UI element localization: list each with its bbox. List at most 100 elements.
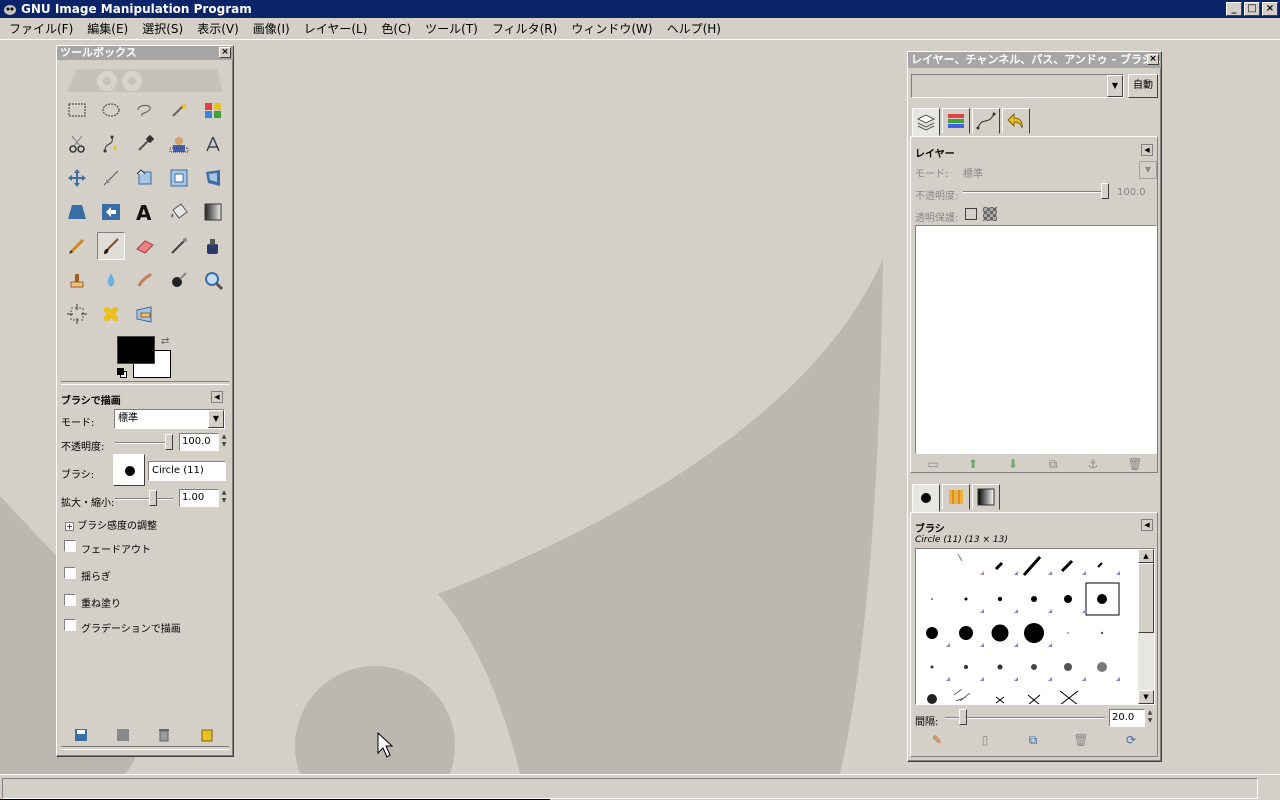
anchor-layer-icon[interactable]: ⚓ <box>1083 455 1103 473</box>
measure-icon[interactable] <box>199 130 227 158</box>
scale-spinbox[interactable]: 1.00 <box>179 489 219 507</box>
tab-gradients[interactable] <box>972 484 1000 510</box>
ellipse-select-icon[interactable] <box>97 96 125 124</box>
smudge-drop-icon[interactable] <box>97 266 125 294</box>
tool-options-menu-icon[interactable]: ◀ <box>211 391 223 403</box>
brush-name-field[interactable]: Circle (11) <box>148 461 226 481</box>
menu-windows[interactable]: ウィンドウ(W) <box>564 19 659 39</box>
refresh-brushes-icon[interactable]: ⟳ <box>1121 731 1141 749</box>
blend-icon[interactable] <box>199 198 227 226</box>
shear-icon[interactable] <box>63 198 91 226</box>
dock-close-button[interactable]: × <box>1147 54 1159 65</box>
brush-preview-button[interactable] <box>113 454 145 486</box>
menu-help[interactable]: ヘルプ(H) <box>660 19 728 39</box>
scroll-thumb[interactable] <box>1138 563 1154 633</box>
fadeout-checkbox[interactable] <box>64 540 76 552</box>
duplicate-brush-icon[interactable]: ⧉ <box>1023 731 1043 749</box>
delete-options-icon[interactable] <box>154 726 174 744</box>
incremental-checkbox[interactable] <box>64 594 76 606</box>
smudge-icon[interactable] <box>131 266 159 294</box>
jitter-checkbox[interactable] <box>64 567 76 579</box>
mode-select[interactable]: 標準 ▼ <box>114 409 225 429</box>
layer-opacity-slider[interactable] <box>963 191 1105 193</box>
spacing-spinbox[interactable]: 20.0 <box>1109 709 1145 727</box>
ink-icon[interactable] <box>199 232 227 260</box>
layer-opacity-value[interactable]: 100.0 <box>1117 187 1146 198</box>
opacity-slider-thumb[interactable] <box>165 434 173 450</box>
lower-layer-icon[interactable]: ⬇ <box>1003 455 1023 473</box>
delete-brush-icon[interactable]: 🗑 <box>1071 731 1091 749</box>
bucket-fill-icon[interactable] <box>165 198 193 226</box>
zoom-icon[interactable] <box>199 266 227 294</box>
scissors-icon[interactable] <box>63 130 91 158</box>
tab-patterns[interactable] <box>942 484 970 510</box>
align-icon[interactable] <box>97 164 125 192</box>
color-picker-icon[interactable] <box>131 130 159 158</box>
raise-layer-icon[interactable]: ⬆ <box>963 455 983 473</box>
eraser-icon[interactable] <box>131 232 159 260</box>
pencil-icon[interactable] <box>63 232 91 260</box>
select-by-color-icon[interactable] <box>199 96 227 124</box>
restore-options-icon[interactable] <box>113 726 133 744</box>
tab-brushes[interactable] <box>912 484 940 512</box>
spacing-slider-thumb[interactable] <box>959 709 967 725</box>
tab-layers[interactable] <box>912 108 940 136</box>
perspective-clone-icon[interactable] <box>131 300 159 328</box>
menu-colors[interactable]: 色(C) <box>374 19 418 39</box>
fuzzy-select-icon[interactable] <box>165 96 193 124</box>
perspective-icon[interactable] <box>97 198 125 226</box>
new-layer-icon[interactable]: ▭ <box>923 455 943 473</box>
heal-bandaid-icon[interactable] <box>97 300 125 328</box>
scroll-down-icon[interactable]: ▼ <box>1138 690 1154 704</box>
menu-layer[interactable]: レイヤー(L) <box>297 19 375 39</box>
close-button[interactable]: × <box>1262 2 1278 16</box>
menu-tools[interactable]: ツール(T) <box>418 19 485 39</box>
rect-select-icon[interactable] <box>63 96 91 124</box>
pressure-expander[interactable]: + ブラシ感度の調整 <box>65 517 157 532</box>
menu-image[interactable]: 画像(I) <box>246 19 297 39</box>
crop-icon[interactable] <box>131 164 159 192</box>
brushes-scrollbar[interactable]: ▲ ▼ <box>1138 549 1154 704</box>
reset-options-icon[interactable] <box>197 726 217 744</box>
new-brush-icon[interactable]: ▯ <box>975 731 995 749</box>
scale-icon[interactable] <box>199 164 227 192</box>
tab-channels[interactable] <box>942 108 970 134</box>
scroll-up-icon[interactable]: ▲ <box>1138 549 1154 563</box>
save-options-icon[interactable] <box>71 726 91 744</box>
menu-filters[interactable]: フィルタ(R) <box>485 19 564 39</box>
scale-spin-arrows[interactable]: ▲ ▼ <box>219 489 229 507</box>
delete-layer-icon[interactable]: 🗑 <box>1125 455 1145 473</box>
transform-cage-icon[interactable] <box>63 300 91 328</box>
scale-slider[interactable] <box>115 498 173 500</box>
layer-mode-value[interactable]: 標準 <box>963 165 983 180</box>
tab-undo[interactable] <box>1002 108 1030 134</box>
menu-file[interactable]: ファイル(F) <box>2 19 80 39</box>
free-select-icon[interactable] <box>131 96 159 124</box>
opacity-spin-arrows[interactable]: ▲ ▼ <box>219 433 229 451</box>
rotate-icon[interactable] <box>165 164 193 192</box>
layer-mode-dropdown[interactable]: ▼ <box>1139 161 1157 179</box>
maximize-button[interactable]: □ <box>1244 2 1260 16</box>
image-selector[interactable]: ▼ <box>911 74 1124 98</box>
tab-paths[interactable] <box>972 108 1000 134</box>
opacity-spinbox[interactable]: 100.0 <box>179 433 219 451</box>
text-icon[interactable]: A <box>131 198 159 226</box>
brushes-grid[interactable]: ▲ ▼ <box>915 548 1155 706</box>
airbrush-icon[interactable] <box>165 232 193 260</box>
brushes-menu-icon[interactable]: ◀ <box>1141 519 1153 531</box>
gradient-checkbox[interactable] <box>64 619 76 631</box>
scale-slider-thumb[interactable] <box>149 490 157 506</box>
layers-menu-icon[interactable]: ◀ <box>1141 144 1153 156</box>
auto-button[interactable]: 自動 <box>1128 74 1158 98</box>
paintbrush-icon[interactable] <box>97 232 125 260</box>
menu-select[interactable]: 選択(S) <box>135 19 190 39</box>
minimize-button[interactable]: _ <box>1226 2 1242 16</box>
menu-view[interactable]: 表示(V) <box>190 19 246 39</box>
edit-brush-icon[interactable]: ✎ <box>927 731 947 749</box>
lock-alpha-checkbox[interactable] <box>965 208 977 220</box>
dodge-burn-icon[interactable] <box>165 266 193 294</box>
duplicate-layer-icon[interactable]: ⧉ <box>1043 455 1063 473</box>
swap-colors-icon[interactable]: ⇄ <box>161 336 169 347</box>
toolbox-close-button[interactable]: × <box>219 47 231 58</box>
move-icon[interactable] <box>63 164 91 192</box>
